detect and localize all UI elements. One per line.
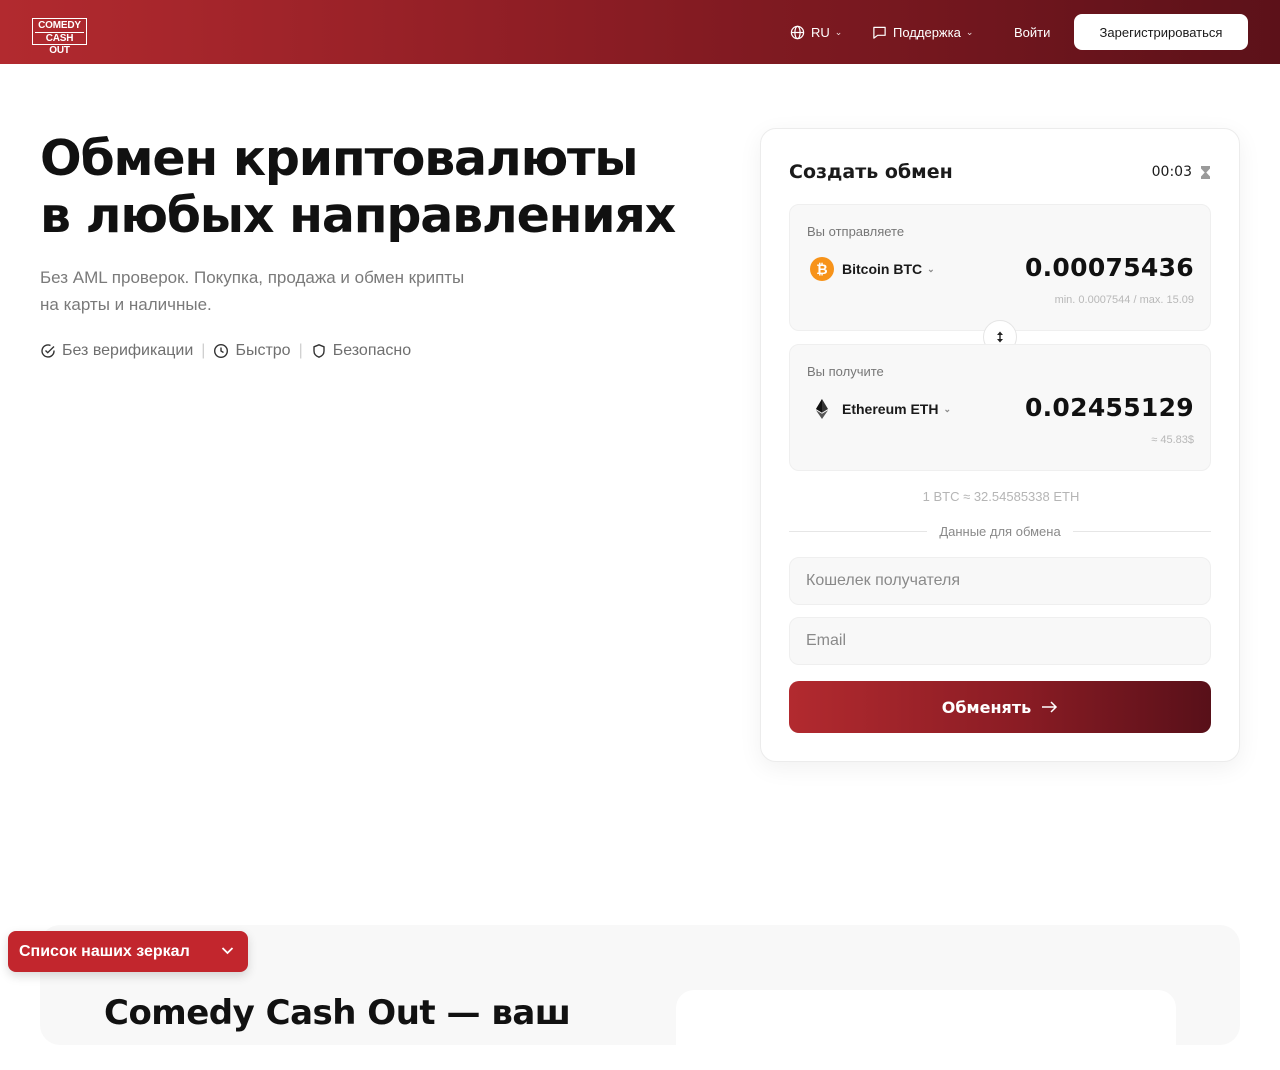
globe-icon — [790, 25, 805, 39]
feature-label: Без верификации — [62, 342, 194, 359]
wallet-input[interactable] — [789, 557, 1211, 605]
logo-line2: CASH OUT — [35, 32, 84, 57]
send-amount[interactable]: 0.00075436 — [1025, 253, 1194, 282]
details-label: Данные для обмена — [939, 524, 1061, 539]
exchange-card: Создать обмен 00:03 Вы отправляете ₿ Bit… — [760, 128, 1240, 762]
support-menu[interactable]: Поддержка ⌄ — [872, 0, 973, 64]
feature-divider: | — [298, 342, 303, 359]
hero-title: Обмен криптовалюты в любых направлениях — [40, 130, 676, 244]
chevron-down-icon: ⌄ — [943, 403, 952, 414]
hero-title-line2: в любых направлениях — [40, 187, 676, 244]
feature-label: Быстро — [235, 342, 291, 359]
divider-line — [789, 531, 928, 532]
receive-coin-label: Ethereum ETH — [842, 401, 939, 417]
send-label: Вы отправляете — [807, 224, 905, 239]
exchange-timer: 00:03 — [1152, 164, 1211, 180]
timer-value: 00:03 — [1151, 164, 1192, 180]
exchange-button[interactable]: Обменять — [789, 681, 1211, 733]
language-selector[interactable]: RU ⌄ — [790, 0, 842, 64]
chevron-down-icon — [221, 947, 234, 955]
shield-icon — [313, 344, 325, 358]
about-card — [676, 990, 1176, 1070]
login-label: Войти — [1014, 24, 1051, 40]
chevron-down-icon: ⌄ — [965, 26, 974, 37]
exchange-title: Создать обмен — [789, 161, 953, 183]
exchange-rate: 1 BTC ≈ 32.54585338 ETH — [922, 489, 1080, 504]
chevron-down-icon: ⌄ — [927, 263, 935, 274]
email-input[interactable] — [789, 617, 1211, 665]
chat-icon — [873, 26, 886, 39]
receive-label: Вы получите — [807, 364, 884, 379]
hourglass-icon — [1201, 165, 1210, 179]
feature-label: Безопасно — [332, 342, 412, 359]
feature-secure: Безопасно — [311, 342, 411, 360]
hero-subtitle: Без AML проверок. Покупка, продажа и обм… — [40, 268, 465, 314]
feature-no-verification: Без верификации — [40, 342, 193, 360]
feature-list: Без верификации | Быстро | Безопасно — [40, 342, 411, 360]
about-title: Comedy Cash Out — ваш — [104, 993, 571, 1033]
register-button[interactable]: Зарегистрироваться — [1074, 14, 1248, 50]
receive-panel: Вы получите Ethereum ETH ⌄ 0.02455129 ≈ … — [789, 344, 1211, 471]
receive-usd: ≈ 45.83$ — [1151, 434, 1194, 446]
login-link[interactable]: Войти — [1014, 0, 1050, 64]
chevron-down-icon: ⌄ — [834, 26, 843, 37]
site-header: COMEDY CASH OUT RU ⌄ Поддержка ⌄ Войти З… — [0, 0, 1280, 64]
logo[interactable]: COMEDY CASH OUT — [32, 18, 87, 56]
support-label: Поддержка — [893, 24, 961, 40]
bitcoin-icon: ₿ — [810, 257, 834, 281]
language-label: RU — [811, 24, 830, 40]
feature-divider: | — [201, 342, 206, 359]
send-coin-selector[interactable]: ₿ Bitcoin BTC ⌄ — [810, 257, 935, 281]
divider-line — [1072, 531, 1211, 532]
send-limits: min. 0.0007544 / max. 15.09 — [1054, 294, 1194, 306]
feature-fast: Быстро — [213, 342, 291, 360]
send-panel: Вы отправляете ₿ Bitcoin BTC ⌄ 0.0007543… — [789, 204, 1211, 331]
mirrors-label: Список наших зеркал — [19, 942, 190, 960]
arrow-right-icon — [1042, 701, 1058, 713]
check-circle-icon — [41, 344, 55, 358]
receive-amount: 0.02455129 — [1024, 393, 1194, 422]
svg-text:₿: ₿ — [816, 262, 827, 278]
logo-line1: COMEDY — [38, 20, 81, 31]
exchange-button-label: Обменять — [941, 697, 1032, 717]
mirrors-toggle[interactable]: Список наших зеркал — [8, 931, 248, 972]
clock-icon — [214, 343, 229, 359]
ethereum-icon — [816, 399, 828, 419]
receive-coin-selector[interactable]: Ethereum ETH ⌄ — [810, 397, 951, 421]
swap-arrows-icon — [997, 331, 1003, 343]
details-divider: Данные для обмена — [789, 524, 1211, 539]
send-coin-label: Bitcoin BTC — [842, 261, 923, 277]
hero-title-line1: Обмен криптовалюты — [40, 130, 639, 187]
